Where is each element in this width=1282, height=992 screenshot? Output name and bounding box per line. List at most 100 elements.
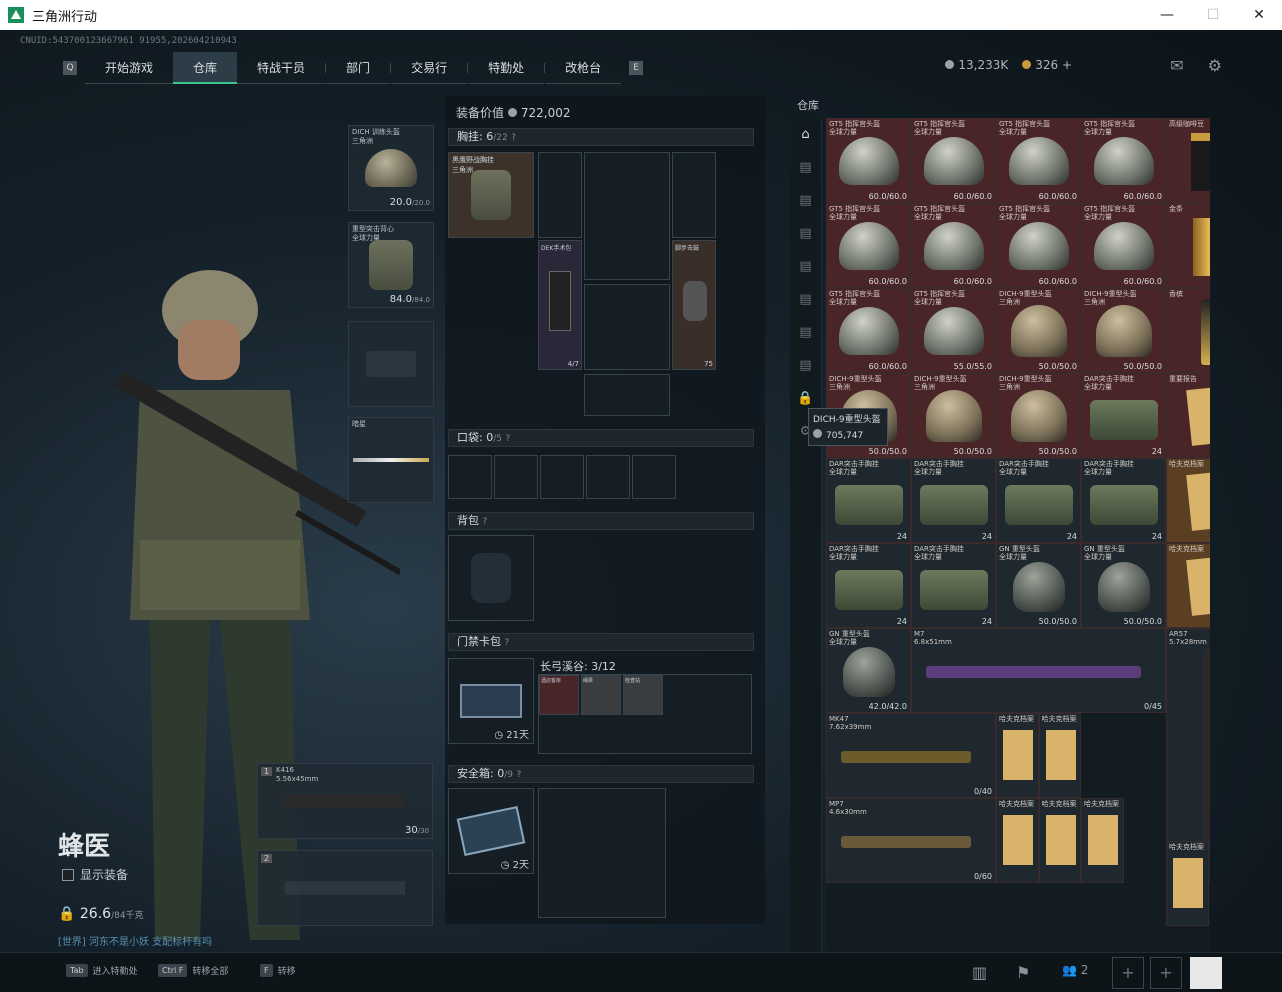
pocket-cell[interactable] bbox=[586, 455, 630, 499]
chest-cell[interactable] bbox=[584, 284, 670, 370]
warehouse-item[interactable]: GT5 指挥官头盔 全球力量 60.0/60.0 bbox=[996, 203, 1081, 288]
add-friend-button[interactable]: + bbox=[1112, 957, 1144, 989]
keycard-item[interactable]: 检查站 bbox=[623, 675, 663, 715]
armor-slot[interactable]: 重型突击背心 全球力量 84.0/84.0 bbox=[348, 222, 434, 308]
pocket-cell[interactable] bbox=[494, 455, 538, 499]
warehouse-item[interactable]: DAR突击手胸挂 全球力量 24 bbox=[826, 458, 911, 543]
hotkey-transfer-all[interactable]: Ctrl F 转移全部 bbox=[158, 964, 228, 977]
close-button[interactable]: ✕ bbox=[1236, 0, 1282, 30]
tab-icon[interactable]: ▤ bbox=[790, 349, 821, 382]
tab-warehouse[interactable]: 仓库 bbox=[173, 52, 238, 84]
warehouse-item[interactable]: 哈夫克档案 bbox=[1166, 543, 1210, 628]
tab-department[interactable]: 部门 bbox=[326, 52, 391, 84]
warehouse-item[interactable]: GN 重型头盔 全球力量 50.0/50.0 bbox=[996, 543, 1081, 628]
grenade-item[interactable]: 脚步击鼓 75 bbox=[672, 240, 716, 370]
warehouse-item[interactable]: DICH-9重型头盔 三角洲 50.0/50.0 bbox=[911, 373, 996, 458]
nav-prev-icon[interactable]: Q bbox=[63, 61, 77, 75]
backpack-slot[interactable] bbox=[448, 535, 534, 621]
chat-line[interactable]: [世界] 河东不是小妖 支配标杆有吗 bbox=[58, 933, 212, 948]
squad-count[interactable]: 👥 2 bbox=[1062, 963, 1088, 977]
warehouse-item[interactable]: GT5 指挥官头盔 全球力量 60.0/60.0 bbox=[911, 203, 996, 288]
pistol-slot[interactable] bbox=[348, 321, 434, 407]
mail-icon[interactable]: ✉ bbox=[1170, 56, 1183, 75]
warehouse-item[interactable]: GT5 指挥官头盔 全球力量 60.0/60.0 bbox=[826, 288, 911, 373]
tab-gunsmith[interactable]: 改枪台 bbox=[545, 52, 622, 84]
hotkey-transfer[interactable]: F 转移 bbox=[260, 964, 296, 977]
tab-icon[interactable]: ▤ bbox=[790, 217, 821, 250]
checkbox[interactable] bbox=[62, 868, 74, 881]
warehouse-item[interactable]: 哈夫克档案 bbox=[1166, 840, 1209, 926]
warehouse-item[interactable]: MP7 4.6x30mm 0/60 bbox=[826, 798, 996, 883]
warehouse-item[interactable]: MK47 7.62x39mm 0/40 bbox=[826, 713, 996, 798]
pocket-cell[interactable] bbox=[540, 455, 584, 499]
warehouse-item[interactable]: GN 重型头盔 全球力量 42.0/42.0 bbox=[826, 628, 911, 713]
warehouse-item[interactable]: 哈夫克档案 bbox=[996, 798, 1039, 883]
warehouse-item[interactable]: DICH-9重型头盔 三角洲 50.0/50.0 bbox=[996, 288, 1081, 373]
warehouse-item[interactable]: M7 6.8x51mm 0/45 bbox=[911, 628, 1166, 713]
warehouse-item[interactable]: 香槟 bbox=[1166, 288, 1210, 373]
tab-trading[interactable]: 交易行 bbox=[391, 52, 468, 84]
warehouse-item[interactable]: DAR突击手胸挂 全球力量 24 bbox=[1081, 373, 1166, 458]
warehouse-item[interactable]: GT5 指挥官头盔 全球力量 60.0/60.0 bbox=[1081, 203, 1166, 288]
flag-icon[interactable]: ⚑ bbox=[1016, 963, 1030, 982]
warehouse-item[interactable]: GT5 指挥官头盔 全球力量 60.0/60.0 bbox=[826, 118, 911, 203]
tab-icon[interactable]: ▤ bbox=[790, 151, 821, 184]
surgical-kit-item[interactable]: DEK手术包 4/7 bbox=[538, 240, 582, 370]
keycard-case-slot[interactable]: ◷ 21天 bbox=[448, 658, 534, 744]
show-gear-toggle[interactable]: 显示装备 bbox=[62, 866, 128, 883]
warehouse-item[interactable]: 重要报告 bbox=[1166, 373, 1210, 458]
nav-next-icon[interactable]: E bbox=[629, 61, 644, 75]
warehouse-item[interactable]: 哈夫克档案 bbox=[1038, 713, 1081, 798]
warehouse-item[interactable]: 哈夫克档案 bbox=[996, 713, 1039, 798]
chest-cell[interactable] bbox=[672, 152, 716, 238]
warehouse-item[interactable]: DAR突击手胸挂 全球力量 24 bbox=[1081, 458, 1166, 543]
tab-operators[interactable]: 特战干员 bbox=[237, 52, 326, 84]
home-icon[interactable]: ⌂ bbox=[790, 118, 821, 151]
warehouse-item[interactable]: DICH-9重型头盔 三角洲 50.0/50.0 bbox=[996, 373, 1081, 458]
warehouse-item[interactable]: 高级咖啡豆 bbox=[1166, 118, 1210, 203]
warehouse-item[interactable]: GN 重型头盔 全球力量 50.0/50.0 bbox=[1081, 543, 1166, 628]
melee-slot[interactable]: 暗星 bbox=[348, 417, 434, 503]
warehouse-item[interactable]: GT5 指挥官头盔 全球力量 60.0/60.0 bbox=[826, 203, 911, 288]
pocket-cell[interactable] bbox=[448, 455, 492, 499]
chest-rig-slot[interactable]: 黑鹰野战胸挂 三角洲 bbox=[448, 152, 534, 238]
avatar[interactable] bbox=[1190, 957, 1222, 989]
primary-weapon-slot[interactable]: K416 5.56x45mm 1 30/30 bbox=[257, 763, 433, 839]
warehouse-item[interactable]: 哈夫克档案 bbox=[1166, 458, 1210, 543]
warehouse-item[interactable]: DICH-9重型头盔 三角洲 50.0/50.0 bbox=[1081, 288, 1166, 373]
pocket-cell[interactable] bbox=[632, 455, 676, 499]
tab-icon[interactable]: ▤ bbox=[790, 283, 821, 316]
tab-icon[interactable]: ▤ bbox=[790, 316, 821, 349]
chest-cell[interactable] bbox=[584, 152, 670, 280]
warehouse-item[interactable]: 金条 bbox=[1166, 203, 1210, 288]
warehouse-item[interactable]: DAR突击手胸挂 全球力量 24 bbox=[996, 458, 1081, 543]
chest-cell[interactable] bbox=[584, 374, 670, 416]
tab-icon[interactable]: ▤ bbox=[790, 184, 821, 217]
warehouse-item[interactable]: 哈夫克档案 bbox=[1081, 798, 1124, 883]
keycard-item[interactable]: 绳梁 bbox=[581, 675, 621, 715]
warehouse-item[interactable]: GT5 指挥官头盔 全球力量 60.0/60.0 bbox=[911, 118, 996, 203]
secondary-weapon-slot[interactable]: 2 bbox=[257, 850, 433, 926]
chest-cell[interactable] bbox=[538, 152, 582, 238]
safe-box-slot[interactable]: ◷ 2天 bbox=[448, 788, 534, 874]
tab-start-game[interactable]: 开始游戏 bbox=[85, 52, 174, 84]
tab-icon[interactable]: ▤ bbox=[790, 250, 821, 283]
keycard-item[interactable]: 酒店客房 bbox=[539, 675, 579, 715]
add-friend-button[interactable]: + bbox=[1150, 957, 1182, 989]
ticket-balance[interactable]: 326 + bbox=[1022, 58, 1072, 72]
warehouse-item[interactable]: DAR突击手胸挂 全球力量 24 bbox=[911, 543, 996, 628]
warehouse-item[interactable]: GT5 指挥官头盔 全球力量 60.0/60.0 bbox=[1081, 118, 1166, 203]
coin-balance[interactable]: 13,233K bbox=[945, 58, 1008, 72]
warehouse-item[interactable]: DAR突击手胸挂 全球力量 24 bbox=[911, 458, 996, 543]
warehouse-item[interactable]: 哈夫克档案 bbox=[1038, 798, 1081, 883]
minimize-button[interactable]: — bbox=[1144, 0, 1190, 30]
warehouse-item[interactable]: GT5 指挥官头盔 全球力量 55.0/55.0 bbox=[911, 288, 996, 373]
gear-icon[interactable]: ⚙ bbox=[1208, 56, 1222, 75]
warehouse-item[interactable]: DAR突击手胸挂 全球力量 24 bbox=[826, 543, 911, 628]
hotkey-special-ops[interactable]: Tab 进入特勤处 bbox=[66, 964, 138, 977]
stats-icon[interactable]: ▥ bbox=[972, 963, 987, 982]
warehouse-item[interactable]: GT5 指挥官头盔 全球力量 60.0/60.0 bbox=[996, 118, 1081, 203]
tab-special-ops[interactable]: 特勤处 bbox=[468, 52, 545, 84]
helmet-slot[interactable]: DICH 训练头盔 三角洲 20.0/20.0 bbox=[348, 125, 434, 211]
maximize-button[interactable]: ☐ bbox=[1190, 0, 1236, 30]
